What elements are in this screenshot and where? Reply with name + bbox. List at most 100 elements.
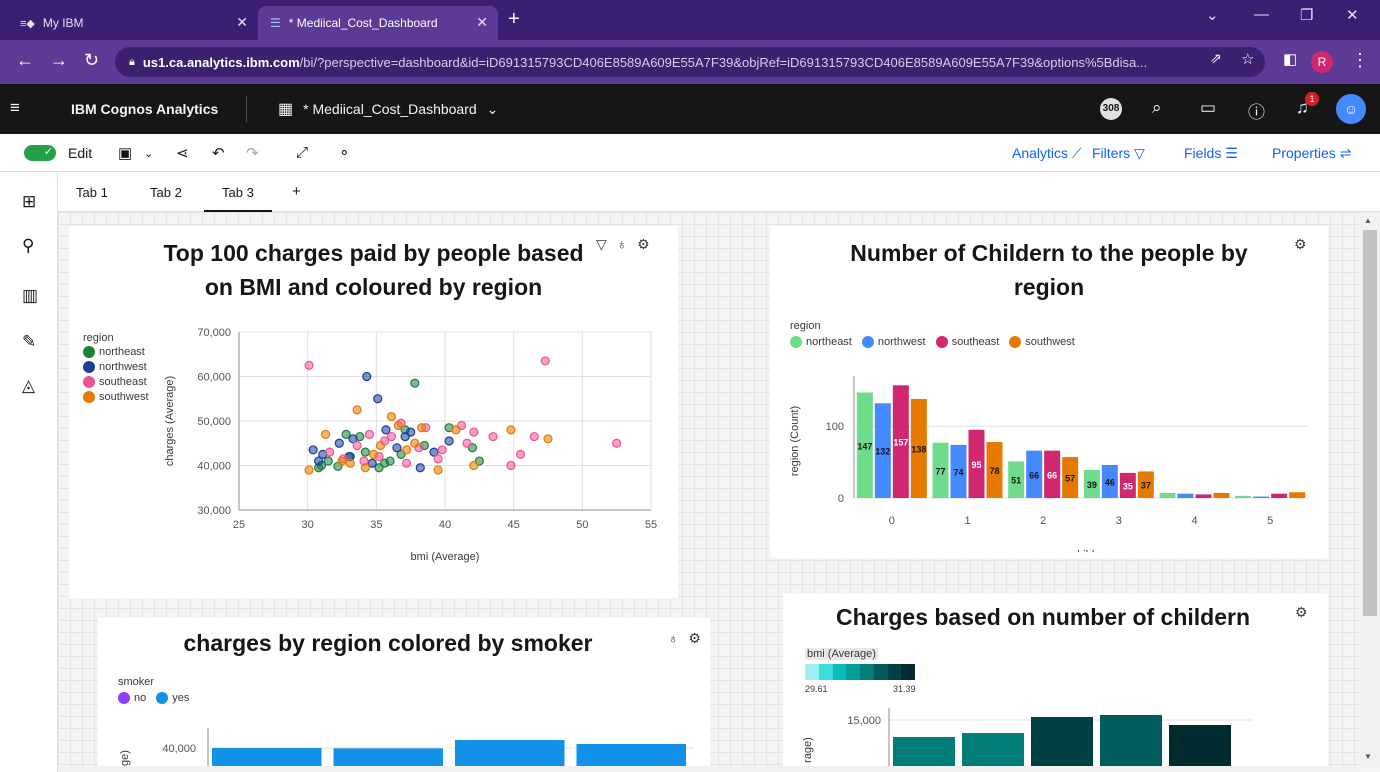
lock-icon: 🔒︎: [129, 55, 135, 68]
chat-icon[interactable]: ▭: [1200, 98, 1216, 118]
help-icon[interactable]: ⓘ: [1248, 98, 1265, 123]
bar-yes: [576, 744, 686, 768]
widgets-icon[interactable]: ✎: [22, 332, 36, 352]
browser-tab-dashboard[interactable]: ☰ * Mediical_Cost_Dashboard ✕: [258, 6, 498, 40]
children-legend-title: region: [790, 320, 821, 332]
legend-item-southeast[interactable]: southeast: [83, 376, 149, 388]
legend-item-southwest[interactable]: southwest: [1009, 336, 1075, 348]
media-icon[interactable]: ◬: [22, 376, 35, 396]
analytics-button[interactable]: Analytics ⟋: [1012, 145, 1082, 162]
reload-icon[interactable]: ↻: [84, 50, 99, 71]
legend-swatch: [935, 336, 948, 348]
tab-2[interactable]: Tab 2: [150, 185, 182, 200]
visualizations-icon[interactable]: ▥: [22, 286, 38, 306]
legend-item-northeast[interactable]: northeast: [83, 346, 149, 358]
url-field[interactable]: 🔒︎ us1.ca.analytics.ibm.com/bi/?perspect…: [115, 47, 1265, 77]
legend-item-northeast[interactable]: northeast: [790, 336, 852, 348]
gear-icon[interactable]: ⚙: [1295, 604, 1308, 620]
assistant-badge[interactable]: 308: [1100, 98, 1122, 120]
undo-icon[interactable]: ↶: [212, 144, 225, 162]
scatter-plot: 25 30 35 40 45 50 55 30,000 40,000 50,000 60,000 70…: [164, 327, 657, 563]
expand-icon[interactable]: ⤢: [296, 144, 308, 161]
children-title-line2: region: [1013, 274, 1085, 300]
search-icon[interactable]: ⌕: [1152, 98, 1162, 118]
pin-toggle-icon[interactable]: ⚬: [338, 144, 351, 162]
legend-item-southwest[interactable]: southwest: [83, 391, 149, 403]
gear-icon[interactable]: ⚙: [688, 630, 701, 646]
x-tick-label: 50: [576, 519, 588, 531]
children-widget[interactable]: Number of Childern to the people by regi…: [770, 226, 1328, 558]
legend-item-yes[interactable]: yes: [156, 692, 189, 704]
scatter-point-northeast: [379, 458, 390, 468]
sources-icon[interactable]: ⊞: [22, 192, 36, 212]
scale-step: [818, 664, 833, 680]
properties-button[interactable]: Properties ⇌: [1272, 145, 1351, 162]
scroll-up-icon[interactable]: ▲: [1364, 216, 1372, 225]
vertical-scroll-thumb[interactable]: [1363, 230, 1377, 616]
scale-step: [832, 664, 847, 680]
back-icon[interactable]: ←: [16, 50, 34, 71]
horizontal-scrollbar[interactable]: [58, 766, 1360, 772]
x-tick-label: 3: [1116, 515, 1122, 527]
scatter-point-northwest: [308, 445, 318, 455]
dashboard-title: * Mediical_Cost_Dashboard: [303, 101, 477, 117]
save-icon[interactable]: ▣: [118, 144, 132, 162]
sidepanel-icon[interactable]: ◧: [1283, 50, 1297, 68]
legend-swatch: [156, 692, 169, 704]
share-icon[interactable]: ⇗: [1210, 50, 1222, 67]
redo-icon[interactable]: ↷: [246, 144, 259, 162]
dashboard-name-menu[interactable]: ▦ * Mediical_Cost_Dashboard ⌄: [278, 99, 498, 119]
close-tab-icon[interactable]: ✕: [476, 14, 488, 31]
smoker-widget[interactable]: charges by region colored by smoker ♁ ⚙ …: [98, 618, 710, 768]
scatter-widget[interactable]: Top 100 charges paid by people based on …: [69, 226, 678, 598]
close-tab-icon[interactable]: ✕: [236, 14, 248, 31]
bar-northeast: [1159, 492, 1176, 498]
pin-icon[interactable]: ⚲: [22, 236, 34, 256]
legend-label: no: [134, 692, 147, 704]
filter-icon[interactable]: ▽: [596, 236, 607, 252]
browser-tab-strip: ≡◆ My IBM ✕ ☰ * Mediical_Cost_Dashboard …: [0, 0, 1380, 40]
fields-icon: ☰: [1225, 145, 1238, 161]
close-window-icon[interactable]: ✕: [1346, 6, 1359, 24]
bar-data-label: 66: [1029, 470, 1039, 480]
insights-bulb-icon[interactable]: ♁: [617, 236, 628, 252]
scatter-point-northwest: [381, 425, 391, 435]
y-tick-label: 100: [826, 421, 844, 433]
add-tab-icon[interactable]: +: [292, 183, 301, 200]
gear-icon[interactable]: ⚙: [637, 236, 650, 252]
tab-1[interactable]: Tab 1: [76, 185, 108, 200]
bar-data-label: 95: [971, 460, 981, 470]
restore-icon[interactable]: ❐: [1300, 6, 1313, 24]
share-icon[interactable]: ⋖: [176, 144, 189, 162]
insights-bulb-icon[interactable]: ♁: [668, 630, 679, 646]
bookmark-star-icon[interactable]: ☆: [1241, 50, 1254, 68]
chevron-down-icon[interactable]: ⌄: [144, 147, 153, 160]
scatter-point-northwest: [444, 436, 454, 446]
legend-item-southeast[interactable]: southeast: [935, 336, 999, 348]
minimize-icon[interactable]: —: [1254, 6, 1269, 23]
legend-item-northwest[interactable]: northwest: [83, 361, 149, 373]
scatter-point-southeast: [506, 460, 516, 471]
legend-item-no[interactable]: no: [118, 692, 146, 704]
y-tick-label: 0: [838, 493, 844, 505]
childcharges-widget[interactable]: Charges based on number of childern ⚙ bm…: [783, 594, 1328, 768]
fields-button[interactable]: Fields ☰: [1184, 145, 1238, 162]
legend-item-northwest[interactable]: northwest: [861, 336, 926, 348]
scatter-point-southeast: [364, 429, 375, 439]
scale-step: [805, 664, 819, 680]
tab-search-icon[interactable]: ⌄: [1206, 6, 1219, 24]
user-avatar-icon[interactable]: ☺: [1336, 94, 1366, 124]
forward-icon[interactable]: →: [50, 50, 68, 71]
browser-menu-icon[interactable]: ⋮: [1351, 50, 1369, 71]
scroll-down-icon[interactable]: ▼: [1364, 752, 1372, 761]
gear-icon[interactable]: ⚙: [1294, 236, 1307, 252]
filters-button[interactable]: Filters ▽: [1092, 145, 1145, 162]
new-tab-icon[interactable]: +: [508, 8, 520, 31]
tab-3[interactable]: Tab 3: [204, 185, 272, 212]
profile-avatar[interactable]: R: [1311, 51, 1333, 73]
hamburger-menu-icon[interactable]: ≡: [10, 98, 20, 118]
legend-swatch: [118, 692, 130, 704]
bar-children-charge: [893, 737, 955, 768]
edit-mode-toggle[interactable]: [24, 145, 56, 161]
browser-tab-my-ibm[interactable]: ≡◆ My IBM ✕: [8, 6, 258, 40]
